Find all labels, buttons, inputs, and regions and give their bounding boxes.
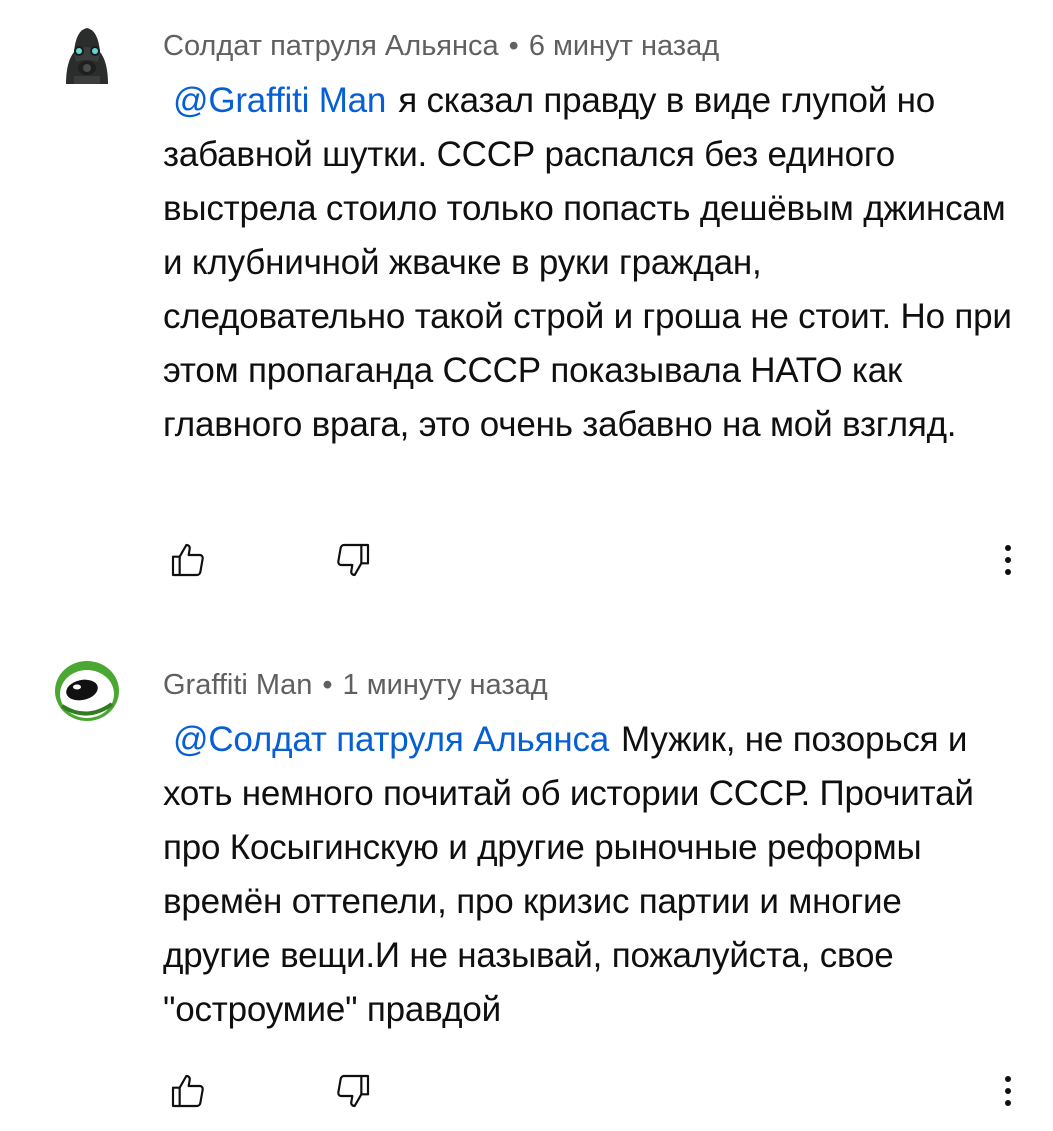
thumbs-down-icon — [337, 543, 370, 577]
meta-separator: • — [508, 30, 519, 62]
thumbs-up-icon — [171, 543, 204, 577]
like-button[interactable] — [163, 1066, 213, 1116]
comment-actions — [163, 535, 1023, 585]
thumbs-down-icon — [337, 1074, 370, 1108]
comment-time[interactable]: 1 минуту назад — [343, 669, 548, 701]
more-options-button[interactable] — [993, 1066, 1023, 1116]
avatar[interactable] — [52, 656, 122, 726]
meta-separator: • — [322, 669, 333, 701]
more-vert-icon — [1005, 1076, 1011, 1106]
mention-link[interactable]: @Graffiti Man — [173, 81, 386, 120]
more-options-button[interactable] — [993, 535, 1023, 585]
author-name[interactable]: Солдат патруля Альянса — [163, 30, 499, 62]
comment-body: я сказал правду в виде глупой но забавно… — [163, 81, 1012, 444]
green-eye-avatar-icon — [52, 656, 122, 726]
dislike-button[interactable] — [328, 1066, 378, 1116]
dislike-button[interactable] — [328, 535, 378, 585]
like-button[interactable] — [163, 535, 213, 585]
combine-soldier-avatar-icon — [52, 22, 122, 92]
more-vert-icon — [1005, 545, 1011, 575]
author-name[interactable]: Graffiti Man — [163, 669, 312, 701]
mention-link[interactable]: @Солдат патруля Альянса — [173, 720, 609, 759]
avatar[interactable] — [52, 22, 122, 92]
comment-meta: Graffiti Man • 1 минуту назад — [163, 667, 1013, 703]
thumbs-up-icon — [171, 1074, 204, 1108]
comment-body: Мужик, не позорься и хоть немного почита… — [163, 720, 974, 1029]
comment-text: @Graffiti Man я сказал правду в виде глуп… — [163, 74, 1013, 452]
comment-meta: Солдат патруля Альянса • 6 минут назад — [163, 28, 1013, 64]
comment-time[interactable]: 6 минут назад — [529, 30, 719, 62]
comment-actions — [163, 1066, 1023, 1116]
comment-text: @Солдат патруля Альянса Мужик, не позорьс… — [163, 713, 1013, 1037]
